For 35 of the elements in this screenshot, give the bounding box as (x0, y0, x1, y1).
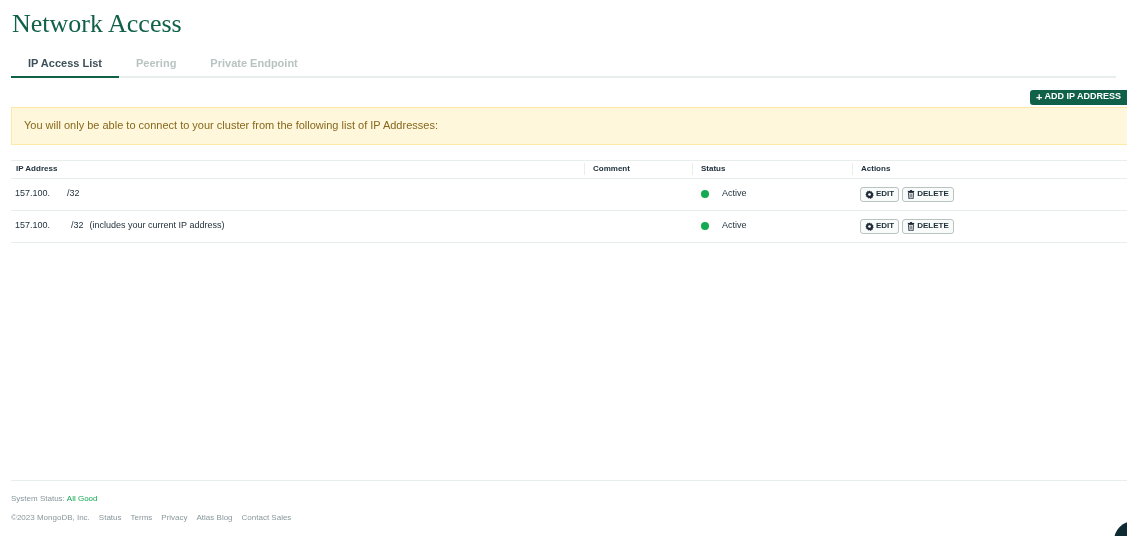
status-dot (701, 222, 709, 230)
ip-address: 157.100. (15, 187, 52, 201)
column-header: Actions (861, 164, 891, 173)
gear-icon (865, 189, 874, 199)
add-ip-address-button[interactable]: + ADD IP ADDRESS (1030, 89, 1127, 105)
column-header: IP Address (16, 164, 58, 173)
column-header: Status (701, 164, 726, 173)
status-text: Active (722, 187, 747, 201)
delete-button[interactable]: DELETE (902, 218, 954, 234)
ip-suffix: /32 (71, 219, 84, 233)
tab[interactable]: IP Access List (11, 55, 119, 78)
system-status-link[interactable]: All Good (66, 493, 98, 505)
ip-note: (includes your current IP address) (89, 219, 225, 233)
tab[interactable]: Peering (119, 55, 194, 78)
edit-button[interactable]: EDIT (860, 186, 900, 202)
edit-button[interactable]: EDIT (860, 218, 900, 234)
status-text: Active (722, 219, 747, 233)
status-dot (701, 190, 709, 198)
system-status-label: System Status: (11, 493, 65, 505)
footer-link[interactable]: Terms (130, 512, 153, 524)
copyright-text: ©2023 MongoDB, Inc. (11, 512, 90, 524)
footer-link[interactable]: Status (98, 512, 122, 524)
footer-link[interactable]: Atlas Blog (196, 512, 233, 524)
column-header: Comment (593, 164, 630, 173)
banner-text: You will only be able to connect to your cluster from the following list of IP Addresses: (24, 118, 438, 134)
gear-icon (865, 221, 874, 231)
trash-icon (907, 221, 916, 231)
trash-icon (907, 189, 916, 199)
ip-suffix: /32 (67, 187, 80, 201)
page-title: Network Access (12, 9, 183, 39)
footer-link[interactable]: Contact Sales (241, 512, 292, 524)
tab[interactable]: Private Endpoint (193, 55, 315, 78)
ip-address: 157.100. (15, 219, 52, 233)
delete-button[interactable]: DELETE (902, 186, 954, 202)
footer-link[interactable]: Privacy (161, 512, 188, 524)
